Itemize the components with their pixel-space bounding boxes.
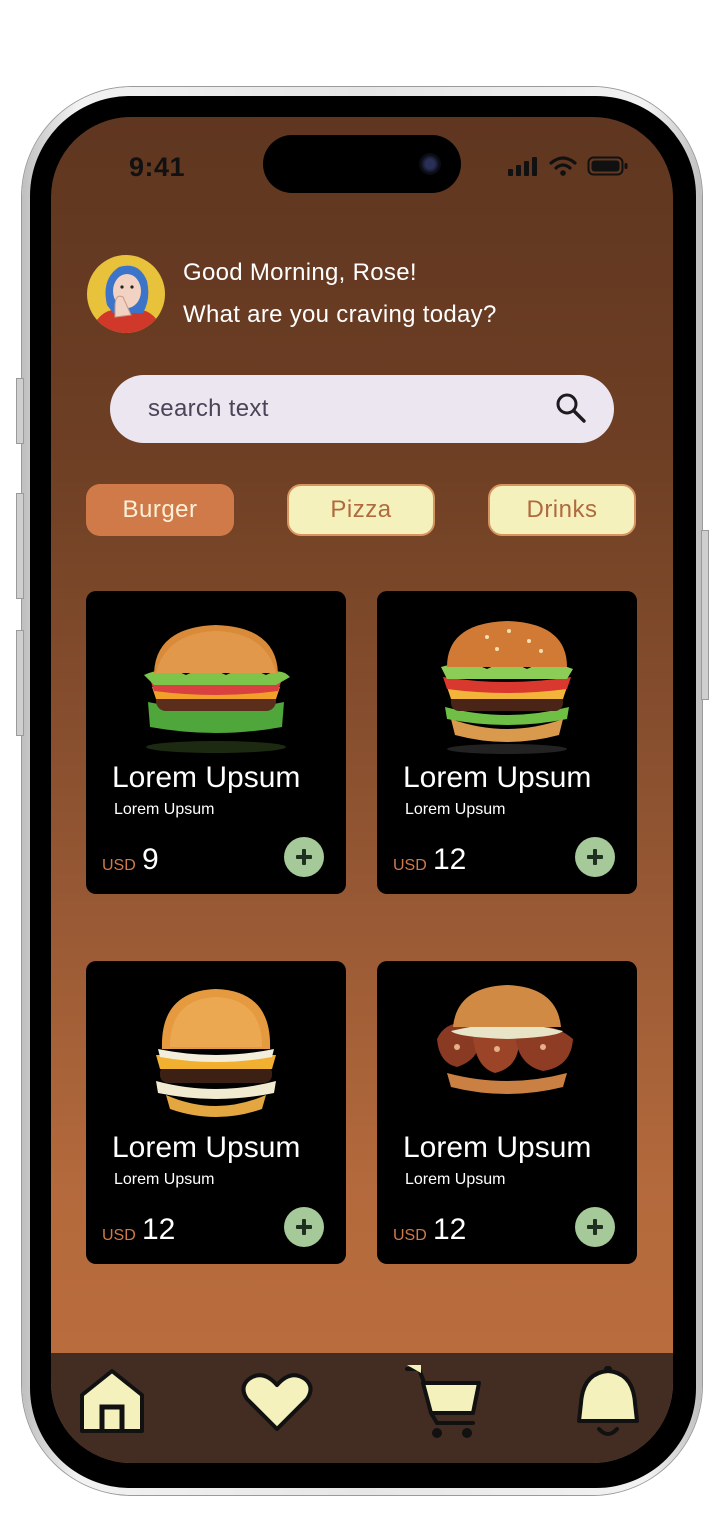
volume-up-button <box>16 493 24 599</box>
product-card[interactable]: Lorem Upsum Lorem Upsum USD 9 <box>86 591 346 894</box>
product-card[interactable]: Lorem Upsum Lorem Upsum USD 12 <box>377 961 637 1264</box>
app-screen: 9:41 Good Morning, Rose! What are you cr… <box>51 117 673 1463</box>
volume-down-button <box>16 630 24 736</box>
category-chip-pizza[interactable]: Pizza <box>287 484 435 536</box>
product-subtitle: Lorem Upsum <box>114 801 215 818</box>
currency-label: USD <box>102 1227 136 1244</box>
product-title: Lorem Upsum <box>403 1131 592 1164</box>
product-title: Lorem Upsum <box>112 761 301 794</box>
bottom-nav <box>51 1353 673 1463</box>
greeting-text: Good Morning, Rose! <box>183 259 417 286</box>
add-to-cart-button[interactable] <box>575 1207 615 1247</box>
product-price: 12 <box>142 1213 176 1246</box>
signal-icon <box>508 157 537 176</box>
camera-icon <box>419 153 441 175</box>
craving-question: What are you craving today? <box>183 301 497 328</box>
product-price: 12 <box>433 843 467 876</box>
mute-switch <box>16 378 24 444</box>
plus-icon <box>587 849 603 865</box>
burger-image <box>156 989 276 1117</box>
status-time: 9:41 <box>129 152 186 182</box>
category-chip-burger[interactable]: Burger <box>86 484 234 536</box>
plus-icon <box>587 1219 603 1235</box>
avatar-image <box>87 255 165 333</box>
bell-icon[interactable] <box>573 1365 643 1445</box>
power-button <box>701 530 709 700</box>
currency-label: USD <box>102 857 136 874</box>
burger-image <box>437 985 573 1094</box>
status-icons <box>507 155 629 177</box>
currency-label: USD <box>393 1227 427 1244</box>
product-subtitle: Lorem Upsum <box>405 801 506 818</box>
product-price: 9 <box>142 843 159 876</box>
category-chip-drinks[interactable]: Drinks <box>488 484 636 536</box>
product-card[interactable]: Lorem Upsum Lorem Upsum USD 12 <box>377 591 637 894</box>
add-to-cart-button[interactable] <box>575 837 615 877</box>
home-icon[interactable] <box>77 1365 147 1437</box>
product-subtitle: Lorem Upsum <box>114 1171 215 1188</box>
burger-image <box>441 621 573 754</box>
product-title: Lorem Upsum <box>112 1131 301 1164</box>
product-subtitle: Lorem Upsum <box>405 1171 506 1188</box>
burger-image <box>144 625 290 753</box>
search-icon[interactable] <box>554 391 588 425</box>
plus-icon <box>296 1219 312 1235</box>
search-input[interactable]: search text <box>148 395 269 423</box>
wifi-icon <box>549 156 577 176</box>
add-to-cart-button[interactable] <box>284 837 324 877</box>
product-price: 12 <box>433 1213 467 1246</box>
search-bar[interactable]: search text <box>110 375 614 443</box>
heart-icon[interactable] <box>239 1371 315 1433</box>
dynamic-island <box>263 135 461 193</box>
cart-icon[interactable] <box>403 1363 485 1441</box>
currency-label: USD <box>393 857 427 874</box>
add-to-cart-button[interactable] <box>284 1207 324 1247</box>
product-card[interactable]: Lorem Upsum Lorem Upsum USD 12 <box>86 961 346 1264</box>
user-avatar[interactable] <box>87 255 165 333</box>
plus-icon <box>296 849 312 865</box>
battery-icon <box>587 156 628 176</box>
product-title: Lorem Upsum <box>403 761 592 794</box>
